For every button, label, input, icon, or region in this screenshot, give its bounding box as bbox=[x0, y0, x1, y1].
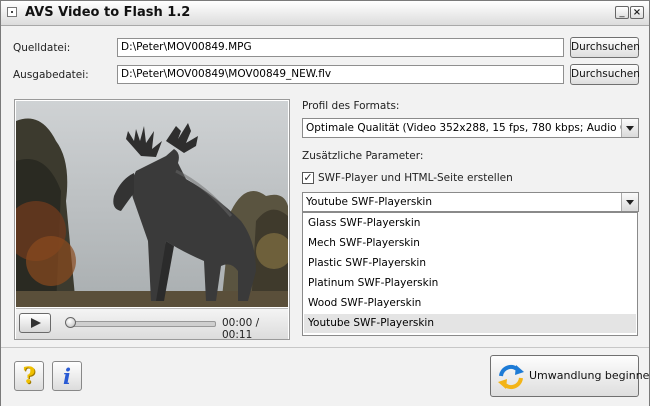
chevron-down-icon[interactable] bbox=[621, 119, 638, 137]
output-browse-button[interactable]: Durchsuchen bbox=[570, 64, 640, 85]
convert-button-label: Umwandlung beginnen bbox=[529, 369, 650, 382]
play-icon bbox=[31, 318, 41, 328]
player-controls: 00:00 / 00:11 bbox=[16, 308, 288, 341]
skin-option-selected[interactable]: Youtube SWF-Playerskin bbox=[304, 314, 636, 333]
time-display: 00:00 / 00:11 bbox=[222, 317, 260, 341]
swf-player-checkbox[interactable]: ✓ bbox=[302, 172, 314, 184]
profile-label: Profil des Formats: bbox=[302, 100, 400, 112]
seek-thumb[interactable] bbox=[65, 317, 76, 328]
skin-option[interactable]: Wood SWF-Playerskin bbox=[304, 294, 636, 313]
bottom-bar: ? i Umwandlung beginnen bbox=[1, 347, 650, 406]
profile-select[interactable]: Optimale Qualität (Video 352x288, 15 fps… bbox=[302, 118, 639, 138]
window-title: AVS Video to Flash 1.2 bbox=[25, 5, 191, 20]
app-icon bbox=[7, 7, 17, 17]
play-button[interactable] bbox=[19, 313, 51, 333]
output-file-field[interactable]: D:\Peter\MOV00849\MOV00849_NEW.flv bbox=[117, 65, 564, 84]
video-preview bbox=[16, 101, 288, 307]
skin-dropdown-list: Glass SWF-Playerskin Mech SWF-Playerskin… bbox=[302, 212, 638, 336]
video-player: 00:00 / 00:11 bbox=[14, 99, 290, 341]
moose-statue-image bbox=[16, 101, 288, 307]
source-browse-button[interactable]: Durchsuchen bbox=[570, 37, 640, 58]
info-button[interactable]: i bbox=[52, 361, 82, 391]
skin-select[interactable]: Youtube SWF-Playerskin bbox=[302, 192, 639, 212]
profile-select-value: Optimale Qualität (Video 352x288, 15 fps… bbox=[306, 122, 639, 134]
app-window: AVS Video to Flash 1.2 _ × Quelldatei: D… bbox=[0, 0, 650, 406]
skin-select-value: Youtube SWF-Playerskin bbox=[306, 196, 433, 208]
skin-option[interactable]: Plastic SWF-Playerskin bbox=[304, 254, 636, 273]
close-button[interactable]: × bbox=[630, 6, 644, 19]
extra-params-label: Zusätzliche Parameter: bbox=[302, 150, 424, 162]
skin-option[interactable]: Mech SWF-Playerskin bbox=[304, 234, 636, 253]
convert-button[interactable]: Umwandlung beginnen bbox=[490, 355, 650, 397]
help-button[interactable]: ? bbox=[14, 361, 44, 391]
swf-player-checkbox-label: SWF-Player und HTML-Seite erstellen bbox=[318, 172, 513, 184]
minimize-button[interactable]: _ bbox=[615, 6, 629, 19]
help-icon: ? bbox=[22, 363, 36, 389]
source-label: Quelldatei: bbox=[13, 42, 71, 54]
info-icon: i bbox=[63, 364, 71, 389]
skin-option[interactable]: Platinum SWF-Playerskin bbox=[304, 274, 636, 293]
source-file-field[interactable]: D:\Peter\MOV00849.MPG bbox=[117, 38, 564, 57]
output-label: Ausgabedatei: bbox=[13, 69, 89, 81]
title-bar: AVS Video to Flash 1.2 _ × bbox=[1, 1, 649, 26]
convert-arrows-icon bbox=[498, 364, 524, 390]
chevron-down-icon[interactable] bbox=[621, 193, 638, 211]
seek-bar[interactable] bbox=[68, 321, 216, 327]
skin-option[interactable]: Glass SWF-Playerskin bbox=[304, 214, 636, 233]
